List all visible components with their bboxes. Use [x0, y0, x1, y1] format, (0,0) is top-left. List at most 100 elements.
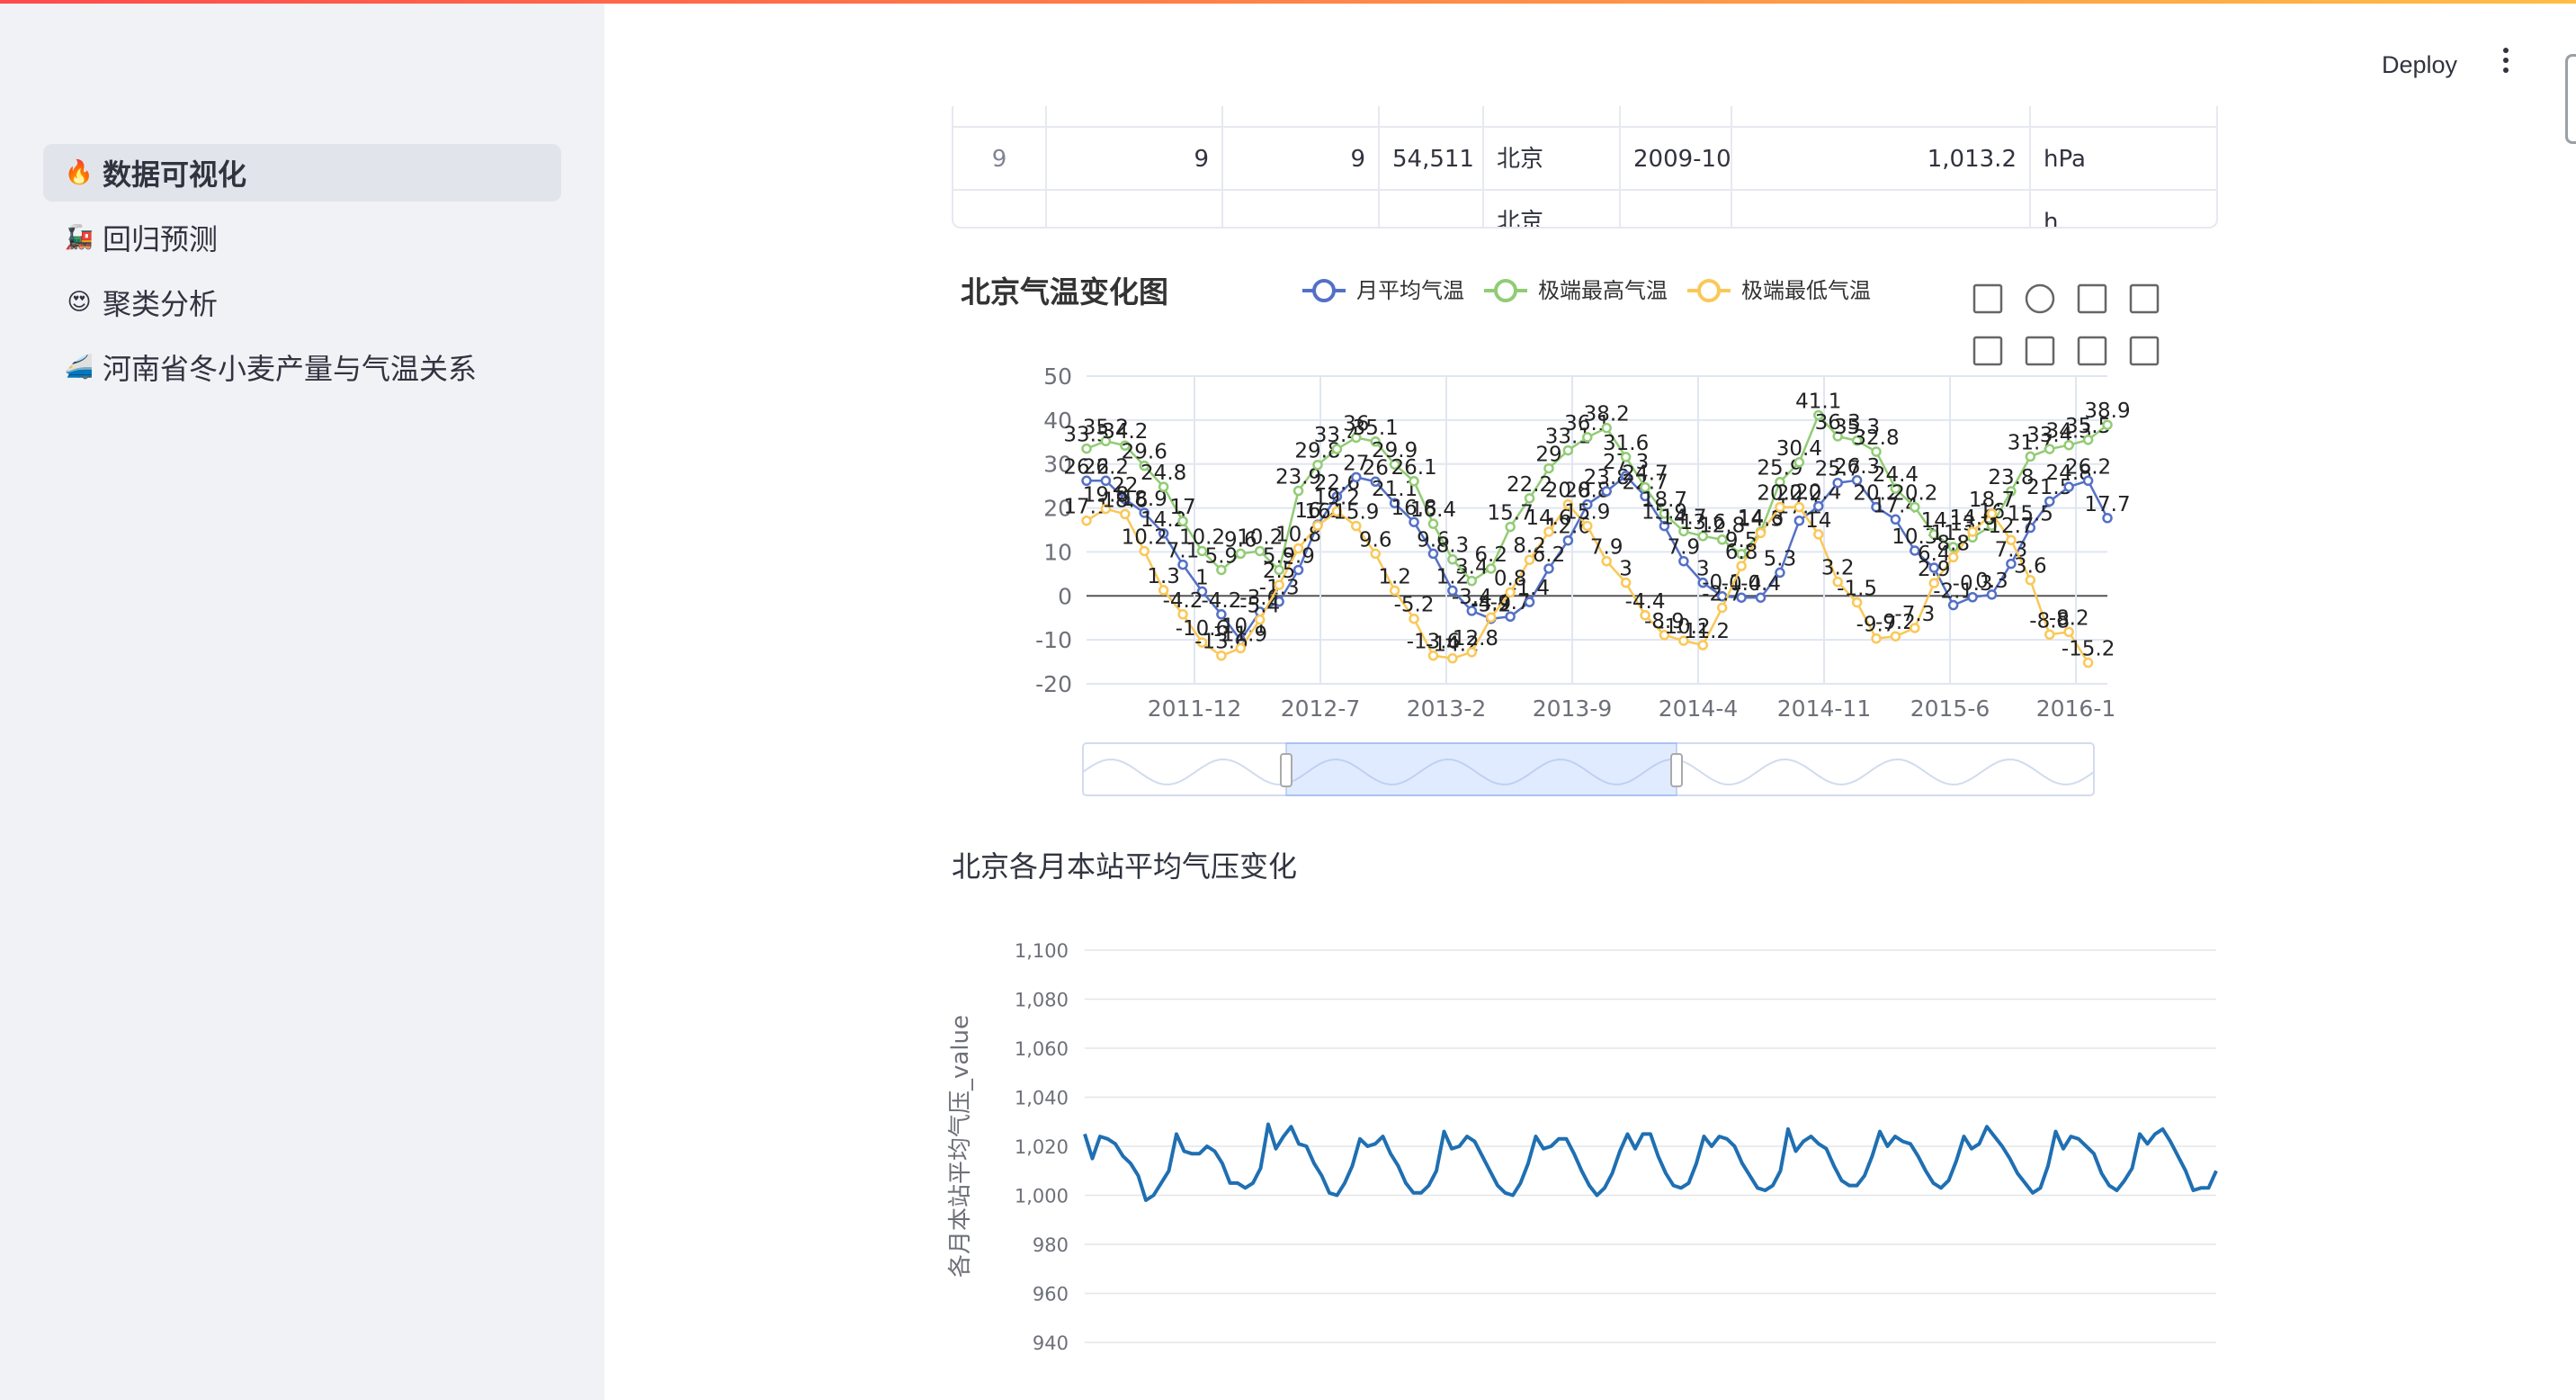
y-tick-label: 1,100 — [1015, 940, 1069, 962]
table-cell-c1: 8 — [1047, 106, 1223, 128]
data-label: 10.2 — [1122, 525, 1167, 549]
table-cell-c2 — [1223, 191, 1380, 227]
data-label: 1.2 — [1378, 565, 1411, 588]
table-cell-station: 54,511 — [1380, 106, 1484, 128]
sidebar: 🔥 数据可视化 🚂 回归预测 😍 聚类分析 🚄 河南省冬小麦产量与气温关系 — [0, 0, 604, 1400]
zoom-reset-icon[interactable] — [1972, 336, 2003, 366]
data-label: 17 — [1169, 496, 1195, 519]
sidebar-item-emoji-icon: 🚂 — [64, 224, 94, 251]
download-icon[interactable] — [1972, 283, 2003, 314]
data-view-icon[interactable] — [2077, 283, 2107, 314]
table-cell-index: 9 — [953, 128, 1047, 191]
data-label: 18.6 — [1102, 489, 1148, 512]
datazoom-window[interactable] — [1285, 742, 1677, 796]
y-axis-label: 各月本站平均气压_value — [947, 1015, 974, 1278]
data-label: 24.8 — [1140, 462, 1186, 485]
stack-icon[interactable] — [2129, 336, 2160, 366]
sidebar-item-label: 数据可视化 — [103, 157, 247, 192]
data-label: 24.7 — [1622, 462, 1668, 486]
y-tick-label: 50 — [1043, 363, 1072, 390]
sidebar-item-1[interactable]: 🔥 数据可视化 — [43, 144, 561, 202]
toolbox-frame — [2077, 336, 2107, 366]
table-cell-month: 2009-9 — [1621, 106, 1732, 128]
table-row: 9 9 9 54,511 北京 2009-10 1,013.2 hPa — [953, 128, 2216, 191]
temperature-chart: 北京气温变化图 月平均气温 极端最高气温 极端最低气温 50 40 30 20 10 0 -10 -2… — [952, 252, 2229, 810]
data-label: 0.3 — [1975, 570, 2008, 593]
y-tick-label: 1,080 — [1015, 990, 1069, 1011]
scrollbar-handle[interactable] — [2565, 54, 2576, 144]
legend-label: 极端最低气温 — [1741, 278, 1871, 303]
data-label: 12.7 — [1988, 515, 2034, 538]
legend-item[interactable]: 极端最高气温 — [1484, 278, 1668, 303]
sidebar-item-emoji-icon: 🚄 — [64, 354, 94, 381]
table-cell-station: 54,511 — [1380, 128, 1484, 191]
data-label: 23.8 — [1988, 466, 2034, 489]
data-label: 15.9 — [1333, 501, 1379, 525]
sidebar-item-emoji-icon: 🔥 — [64, 159, 94, 186]
y-tick-label: 1,000 — [1015, 1186, 1069, 1207]
x-tick-label: 2011-12 — [1148, 696, 1241, 722]
data-label: 20.8 — [1545, 480, 1591, 503]
data-label: 35.1 — [1353, 417, 1399, 440]
data-label: 9.6 — [1359, 528, 1392, 552]
y-tick-label: 960 — [1033, 1284, 1069, 1306]
x-tick-label: 2013-2 — [1407, 696, 1487, 722]
datazoom-right-handle[interactable] — [1670, 753, 1683, 787]
sidebar-item-4[interactable]: 🚄 河南省冬小麦产量与气温关系 — [43, 338, 561, 396]
data-label: -15.2 — [2062, 638, 2115, 661]
y-tick-label: 0 — [1058, 583, 1072, 609]
data-label: 38.9 — [2084, 399, 2130, 423]
data-label: -11.9 — [1214, 623, 1268, 646]
data-label: 8.3 — [1436, 534, 1470, 558]
kebab-menu-icon[interactable] — [2491, 43, 2520, 86]
data-label: -5.2 — [1394, 594, 1435, 617]
bar-chart-icon[interactable] — [2077, 336, 2107, 366]
data-label: 16.4 — [1410, 498, 1456, 522]
y-tick-label: 1,060 — [1015, 1038, 1069, 1060]
toolbox-frame — [2077, 283, 2107, 314]
data-label: 17.7 — [2084, 493, 2130, 516]
sidebar-item-3[interactable]: 😍 聚类分析 — [43, 274, 561, 331]
data-label: -4.9 — [1471, 592, 1511, 615]
data-label: 7.9 — [1668, 536, 1701, 560]
data-label: 3 — [1619, 558, 1632, 581]
data-label: 6.8 — [1725, 541, 1758, 564]
data-table: 88854,511北京2009-91,009.9hPa99954,511北京20… — [952, 106, 2218, 229]
data-label: 41.1 — [1795, 390, 1841, 413]
sidebar-item-emoji-icon: 😍 — [67, 289, 92, 316]
data-label: 18.7 — [1969, 489, 2015, 512]
table-row: 88854,511北京2009-91,009.9hPa — [953, 106, 2216, 128]
table-cell-city: 北京 — [1484, 128, 1621, 191]
data-label: 38.2 — [1584, 403, 1630, 426]
data-label: -4.2 — [1163, 589, 1203, 613]
data-label: 31.6 — [1603, 432, 1649, 455]
table-cell-pressure — [1732, 191, 2031, 227]
data-label: 15.9 — [1564, 501, 1610, 525]
legend-marker-icon — [1494, 279, 1517, 302]
sidebar-item-2[interactable]: 🚂 回归预测 — [43, 209, 561, 266]
zoom-icon[interactable] — [2129, 283, 2160, 314]
chart-title: 北京各月本站平均气压变化 — [952, 849, 1297, 884]
legend-label: 月平均气温 — [1356, 278, 1464, 303]
deploy-button[interactable]: Deploy — [2367, 45, 2472, 85]
refresh-icon[interactable] — [2025, 283, 2055, 314]
table-cell-unit: h — [2031, 191, 2216, 227]
sidebar-item-label: 聚类分析 — [103, 287, 219, 321]
table-cell-pressure: 1,013.2 — [1732, 128, 2031, 191]
legend-item[interactable]: 极端最低气温 — [1687, 278, 1871, 303]
table-cell-month — [1621, 191, 1732, 227]
datazoom-left-handle[interactable] — [1280, 753, 1292, 787]
legend-marker-icon — [1697, 279, 1721, 302]
data-label: 14.3 — [1738, 507, 1784, 531]
x-tick-label: 2012-7 — [1281, 696, 1361, 722]
data-label: -11.2 — [1677, 620, 1731, 643]
table-cell-unit: hPa — [2031, 128, 2216, 191]
x-tick-label: 2013-9 — [1533, 696, 1613, 722]
legend-item[interactable]: 月平均气温 — [1302, 278, 1464, 303]
toolbox-frame — [2129, 336, 2160, 366]
data-label: -2.7 — [1702, 582, 1742, 606]
top-decoration-bar — [0, 0, 2576, 4]
data-label: -1.5 — [1837, 578, 1877, 601]
line-chart-icon[interactable] — [2025, 336, 2055, 366]
table-cell-c2: 9 — [1223, 128, 1380, 191]
